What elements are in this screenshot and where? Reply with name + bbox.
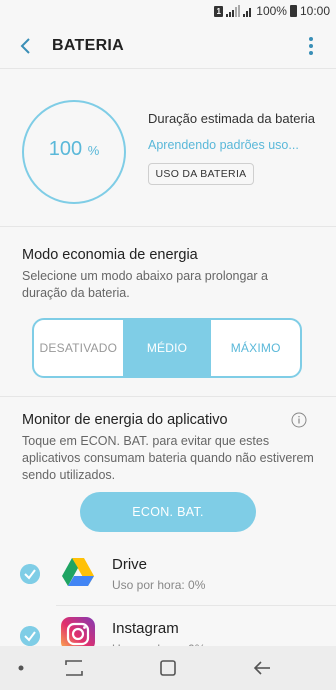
estimated-duration-label: Duração estimada da bateria [148,111,315,126]
status-icons: 1 100% 10:00 [214,4,330,18]
power-saving-title: Modo economia de energia [22,247,198,263]
home-icon[interactable] [159,659,177,677]
app-usage: Uso por hora: 0% [112,578,206,592]
dot-icon [18,665,24,671]
signal-icon-2 [243,8,252,17]
app-monitor-title: Monitor de energia do aplicativo [22,412,228,428]
signal-icon [226,5,241,17]
recent-apps-icon[interactable] [64,659,84,677]
battery-percent-value: 100 [48,138,83,160]
power-mode-selector: DESATIVADO MÉDIO MÁXIMO [32,318,302,378]
battery-usage-button[interactable]: USO DA BATERIA [148,163,254,185]
power-saving-description: Selecione um modo abaixo para prolongar … [22,269,268,300]
more-vertical-icon[interactable] [308,36,314,56]
mode-medium-option[interactable]: MÉDIO [122,320,212,376]
app-name: Drive [112,556,148,573]
battery-icon [289,5,297,17]
app-monitor-description: Toque em ECON. BAT. para evitar que este… [22,434,314,482]
back-arrow-icon[interactable] [16,36,36,56]
navigation-bar [0,646,336,690]
page-title: BATERIA [52,37,125,54]
section-divider-1 [0,226,336,227]
battery-percent-unit: % [87,143,100,158]
econ-battery-button[interactable]: ECON. BAT. [80,492,256,532]
app-bar: BATERIA [0,24,336,68]
back-nav-icon[interactable] [252,659,272,677]
info-icon[interactable] [291,412,307,428]
mode-max-option[interactable]: MÁXIMO [211,320,300,376]
app-list-item[interactable]: Drive Uso por hora: 0% [0,546,336,606]
clock: 10:00 [299,4,330,18]
header-divider [0,68,336,69]
sim-card-icon: 1 [214,5,224,17]
google-drive-icon [62,558,94,586]
app-name: Instagram [112,620,179,637]
learning-patterns-text: Aprendendo padrões uso... [148,138,299,152]
checkmark-icon[interactable] [20,626,40,646]
battery-percent: 100% [256,4,287,18]
mode-off-option[interactable]: DESATIVADO [34,320,123,376]
section-divider-2 [0,396,336,397]
status-bar: 1 100% 10:00 [0,0,336,24]
battery-percentage: 100 % [22,138,126,161]
checkmark-icon[interactable] [20,564,40,584]
